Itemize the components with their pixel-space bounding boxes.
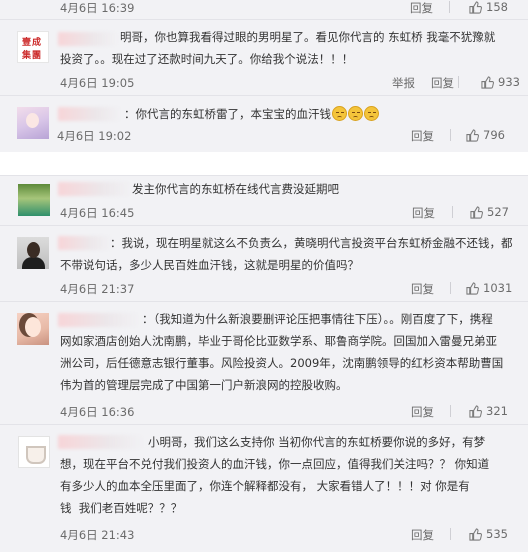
like-count: 527 <box>487 205 509 219</box>
comment-time: 4月6日 21:37 <box>60 282 135 296</box>
sad-emoji-icon <box>364 106 379 121</box>
divider <box>0 95 528 96</box>
user-avatar[interactable]: 壹成 集團 <box>17 31 49 63</box>
user-avatar[interactable] <box>18 436 50 468</box>
like-button[interactable]: 933 <box>481 75 520 89</box>
like-button[interactable]: 535 <box>469 527 508 541</box>
comment-text: 小明哥，我们这么支持你 当初你代言的东虹桥要你说的多好，有梦 想，现在平台不兑付… <box>60 435 490 515</box>
thumbs-up-icon <box>466 281 479 295</box>
like-count: 796 <box>483 128 505 142</box>
comment-text: ：你代言的东虹桥雷了，本宝宝的血汗钱 <box>124 103 379 125</box>
reply-button[interactable]: 回复 <box>412 205 435 221</box>
like-count: 535 <box>486 527 508 541</box>
comment-text: 明哥，你也算我看得过眼的男明星了。看见你代言的 东虹桥 我毫不犹豫就 投资了。。… <box>60 30 496 66</box>
comment-time: 4月6日 16:39 <box>60 1 135 15</box>
like-button[interactable]: 158 <box>469 0 508 14</box>
sad-emoji-icon <box>332 106 347 121</box>
like-count: 1031 <box>483 281 513 295</box>
user-avatar[interactable] <box>17 313 49 345</box>
reply-button[interactable]: 回复 <box>431 75 454 91</box>
reply-button[interactable]: 回复 <box>411 527 434 543</box>
comment-time: 4月6日 21:43 <box>60 528 135 542</box>
thumbs-up-icon <box>469 404 482 418</box>
divider <box>450 528 451 540</box>
redacted-username <box>58 107 122 121</box>
divider <box>458 76 459 88</box>
divider <box>450 282 451 294</box>
thumbs-up-icon <box>469 0 482 14</box>
avatar-logo-text: 壹成 <box>22 38 43 48</box>
like-count: 321 <box>486 404 508 418</box>
comment-text: ：我说，现在明星就这么不负责么，黄晓明代言投资平台东虹桥金融不还钱，都 不带说句… <box>60 236 513 272</box>
comment-text: 发主你代言的东虹桥在线代言费没延期吧 <box>132 182 339 196</box>
report-button[interactable]: 举报 <box>392 75 415 91</box>
comment-text-content: ：你代言的东虹桥雷了，本宝宝的血汗钱 <box>124 107 331 121</box>
divider <box>449 1 450 13</box>
user-avatar[interactable] <box>17 107 49 139</box>
reply-button[interactable]: 回复 <box>411 128 434 144</box>
divider <box>0 19 528 20</box>
like-button[interactable]: 527 <box>470 205 509 219</box>
comment-time: 4月6日 19:02 <box>57 129 132 143</box>
comment-text: ：（我知道为什么新浪要删评论压把事情往下压）。。刚百度了下，携程 网如家酒店创始… <box>60 312 504 392</box>
like-button[interactable]: 796 <box>466 128 505 142</box>
divider <box>0 301 528 302</box>
thumbs-up-icon <box>466 128 479 142</box>
sad-emoji-icon <box>348 106 363 121</box>
comment-time: 4月6日 16:45 <box>60 206 135 220</box>
like-button[interactable]: 321 <box>469 404 508 418</box>
top-comment-panel: 4月6日 16:39 回复 158 壹成 集團 明哥，你也算我看得过眼的男明星了… <box>0 0 528 152</box>
user-avatar[interactable] <box>18 184 50 216</box>
comment-time: 4月6日 16:36 <box>60 405 135 419</box>
divider <box>452 206 453 218</box>
reply-button[interactable]: 回复 <box>410 0 433 16</box>
divider <box>0 225 528 226</box>
reply-button[interactable]: 回复 <box>411 281 434 297</box>
like-button[interactable]: 1031 <box>466 281 512 295</box>
thumbs-up-icon <box>481 75 494 89</box>
like-count: 158 <box>486 0 508 14</box>
bottom-comment-panel: 发主你代言的东虹桥在线代言费没延期吧 4月6日 16:45 回复 527 ：我说… <box>0 175 528 552</box>
user-avatar[interactable] <box>17 237 49 269</box>
avatar-logo-text: 集團 <box>22 51 43 61</box>
thumbs-up-icon <box>469 527 482 541</box>
like-count: 933 <box>498 75 520 89</box>
comment-time: 4月6日 19:05 <box>60 76 135 90</box>
divider <box>450 405 451 417</box>
divider <box>450 129 451 141</box>
thumbs-up-icon <box>470 205 483 219</box>
reply-button[interactable]: 回复 <box>411 404 434 420</box>
redacted-username <box>58 182 132 196</box>
divider <box>0 424 528 425</box>
